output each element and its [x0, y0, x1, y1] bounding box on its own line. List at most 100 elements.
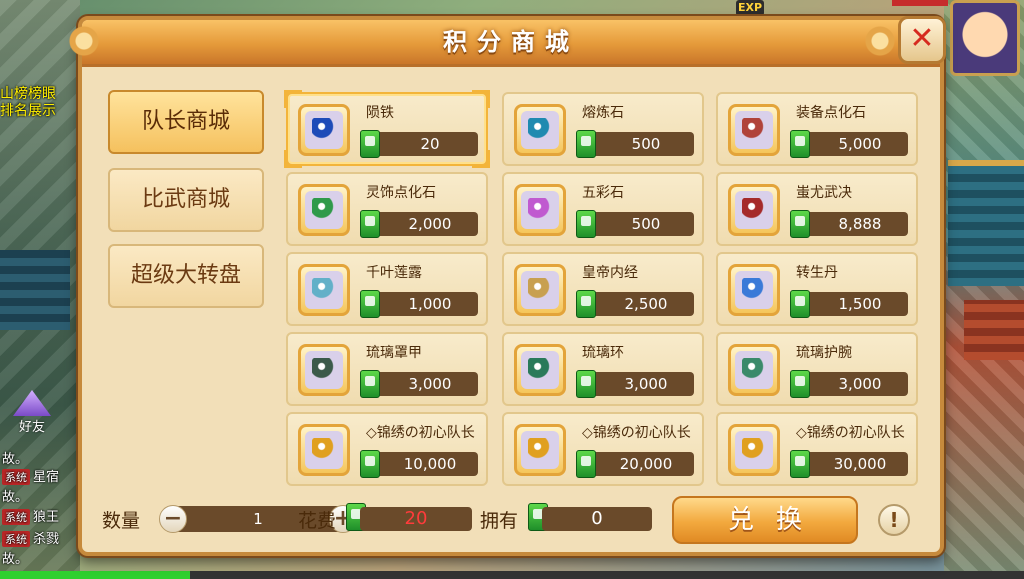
- item-name: ◇锦绣の初心队长: [366, 425, 475, 441]
- ticket-icon: [576, 450, 596, 478]
- shop-item-card[interactable]: 琉璃罩甲 3,000: [286, 332, 488, 406]
- item-name: 千叶莲露: [366, 265, 422, 281]
- gift-scroll-icon: [735, 431, 773, 469]
- item-icon-frame: [514, 184, 566, 236]
- chat-line: 故。: [2, 452, 29, 467]
- tab-tournament-shop[interactable]: 比武商城: [108, 168, 264, 232]
- shop-item-card[interactable]: 蚩尤武决 8,888: [716, 172, 918, 246]
- item-price: 1,000: [368, 292, 478, 316]
- ring-icon: [521, 351, 559, 389]
- shop-item-card[interactable]: 灵饰点化石 2,000: [286, 172, 488, 246]
- cost-value: 20: [360, 507, 472, 531]
- teal-stone-icon: [521, 111, 559, 149]
- item-glyph: [528, 358, 552, 382]
- item-name: 琉璃护腕: [796, 345, 852, 361]
- ticket-icon: [790, 290, 810, 318]
- plant-icon: [305, 271, 343, 309]
- panel-header: 积分商城: [64, 20, 940, 67]
- quantity-label: 数量: [102, 510, 141, 532]
- scene-roof-right-red: [964, 300, 1024, 360]
- minus-button[interactable]: −: [159, 505, 187, 533]
- player-avatar[interactable]: [950, 0, 1020, 76]
- chat-line: 系统 狼王: [2, 506, 59, 525]
- tab-super-wheel[interactable]: 超级大转盘: [108, 244, 264, 308]
- tab-captain-shop[interactable]: 队长商城: [108, 90, 264, 154]
- shop-item-card[interactable]: ◇锦绣の初心队长 20,000: [502, 412, 704, 486]
- chat-line: 故。: [2, 552, 29, 567]
- close-x-icon: ✕: [909, 21, 935, 56]
- shop-item-card[interactable]: 转生丹 1,500: [716, 252, 918, 326]
- chat-line: 系统 星宿: [2, 466, 59, 485]
- item-glyph: [528, 438, 552, 462]
- item-name: 陨铁: [366, 105, 394, 121]
- armor-icon: [305, 351, 343, 389]
- help-button[interactable]: !: [878, 504, 910, 536]
- item-name: 装备点化石: [796, 105, 866, 121]
- ticket-icon: [360, 370, 380, 398]
- item-icon-frame: [728, 424, 780, 476]
- ticket-icon: [790, 210, 810, 238]
- selection-corner-icon: [472, 90, 490, 108]
- item-price: 5,000: [798, 132, 908, 156]
- item-glyph: [528, 278, 552, 302]
- ticket-icon: [360, 450, 380, 478]
- scroll-book-icon: [521, 271, 559, 309]
- item-price: 20,000: [584, 452, 694, 476]
- shop-item-card[interactable]: 皇帝内经 2,500: [502, 252, 704, 326]
- item-price: 500: [584, 132, 694, 156]
- item-glyph: [312, 438, 336, 462]
- item-name: 琉璃环: [582, 345, 624, 361]
- ticket-icon: [790, 370, 810, 398]
- owned-label: 拥有: [480, 510, 519, 532]
- item-name: 皇帝内经: [582, 265, 638, 281]
- shop-item-card[interactable]: 千叶莲露 1,000: [286, 252, 488, 326]
- item-price: 1,500: [798, 292, 908, 316]
- hp-bar: [892, 0, 948, 6]
- shop-item-card[interactable]: ◇锦绣の初心队长 10,000: [286, 412, 488, 486]
- shop-item-card[interactable]: 陨铁 20: [284, 90, 490, 168]
- cost-label: 花费: [298, 510, 337, 532]
- ticket-icon: [576, 370, 596, 398]
- redeem-button[interactable]: 兑换: [672, 496, 858, 544]
- selection-corner-icon: [472, 150, 490, 168]
- selection-corner-icon: [284, 150, 302, 168]
- gift-scroll-icon: [305, 431, 343, 469]
- ticket-icon: [790, 450, 810, 478]
- item-name: 熔炼石: [582, 105, 624, 121]
- shop-item-card[interactable]: 熔炼石 500: [502, 92, 704, 166]
- item-glyph: [528, 118, 552, 142]
- system-tag: 系统: [2, 509, 30, 525]
- ticket-icon: [576, 290, 596, 318]
- green-vase-icon: [305, 191, 343, 229]
- item-icon-frame: [728, 264, 780, 316]
- panel-title: 积分商城: [443, 28, 579, 56]
- item-name: 蚩尤武决: [796, 185, 852, 201]
- shop-item-card[interactable]: ◇锦绣の初心队长 30,000: [716, 412, 918, 486]
- ticket-icon: [360, 210, 380, 238]
- item-name: 琉璃罩甲: [366, 345, 422, 361]
- item-icon-frame: [728, 104, 780, 156]
- chat-line: 系统 杀戮: [2, 528, 59, 547]
- rank-line-1: 山榜榜眼: [0, 86, 56, 102]
- item-price: 3,000: [368, 372, 478, 396]
- system-tag: 系统: [2, 531, 30, 547]
- item-glyph: [742, 278, 766, 302]
- ticket-icon: [360, 130, 380, 158]
- close-button[interactable]: ✕: [898, 16, 946, 64]
- friends-button[interactable]: 好友: [10, 390, 54, 442]
- ranking-display-link[interactable]: 山榜榜眼 排名展示: [0, 86, 80, 120]
- item-price: 500: [584, 212, 694, 236]
- item-icon-frame: [298, 424, 350, 476]
- item-icon-frame: [298, 264, 350, 316]
- item-icon-frame: [514, 264, 566, 316]
- pill-icon: [735, 271, 773, 309]
- game-scene-right: [944, 0, 1024, 579]
- shop-item-card[interactable]: 琉璃护腕 3,000: [716, 332, 918, 406]
- item-price: 3,000: [584, 372, 694, 396]
- shop-item-card[interactable]: 琉璃环 3,000: [502, 332, 704, 406]
- shop-item-card[interactable]: 五彩石 500: [502, 172, 704, 246]
- ticket-icon: [576, 210, 596, 238]
- exclamation-icon: !: [889, 508, 899, 532]
- item-price: 2,000: [368, 212, 478, 236]
- shop-item-card[interactable]: 装备点化石 5,000: [716, 92, 918, 166]
